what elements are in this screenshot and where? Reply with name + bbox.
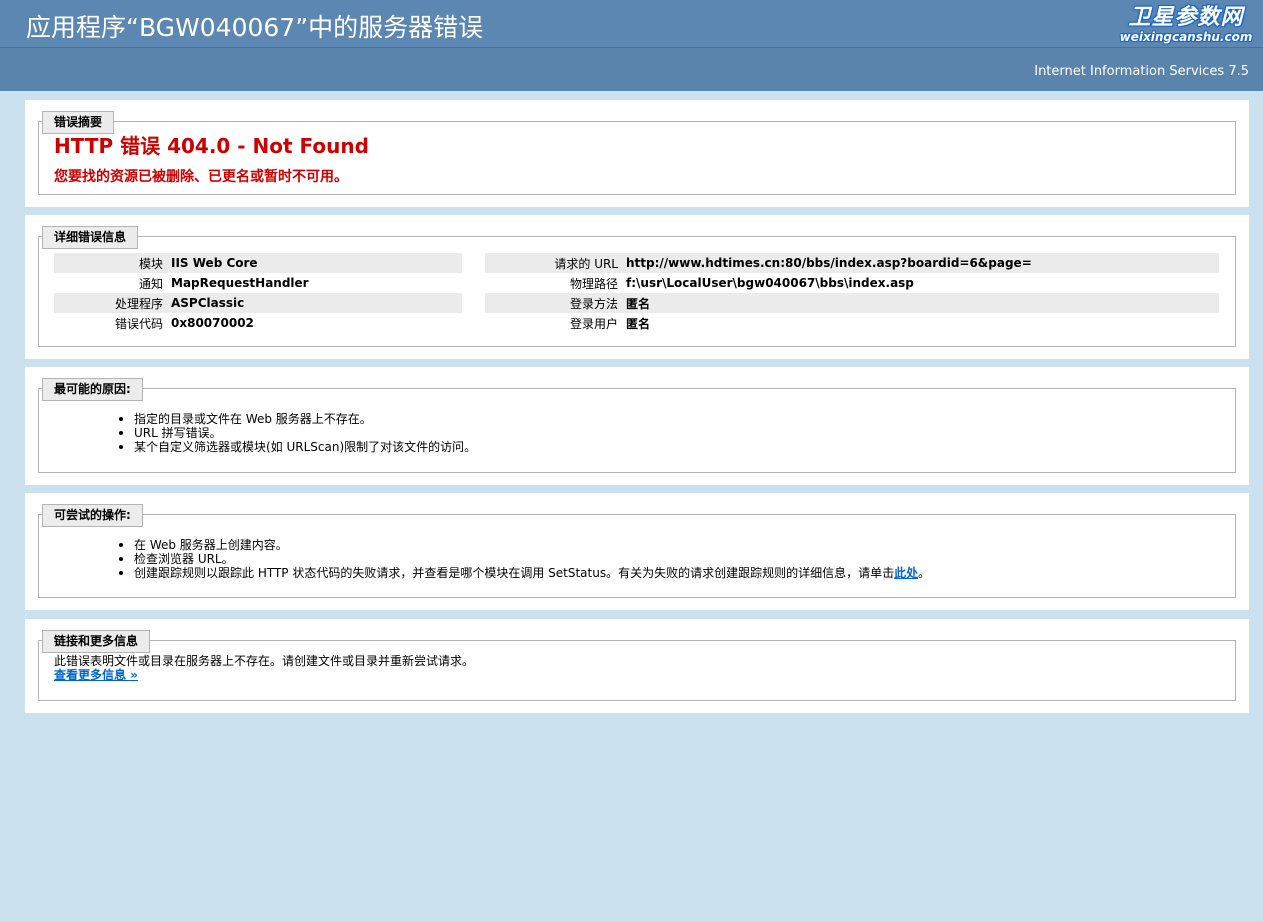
actions-panel: 可尝试的操作: 在 Web 服务器上创建内容。 检查浏览器 URL。 创建跟踪规…: [25, 493, 1249, 610]
detail-value: MapRequestHandler: [171, 276, 309, 290]
panel-legend: 链接和更多信息: [42, 630, 151, 653]
panel-legend: 错误摘要: [42, 111, 115, 134]
detail-key: 通知: [138, 276, 163, 291]
error-details-panel: 详细错误信息 模块 IIS Web Core 通知 MapRequestHand…: [25, 215, 1249, 359]
page-header: 应用程序“BGW040067”中的服务器错误 卫星参数网 weixingcans…: [0, 0, 1263, 48]
logo-text: 卫星参数网: [1128, 5, 1244, 30]
detail-key: 登录用户: [569, 316, 618, 331]
detail-value: 0x80070002: [171, 316, 254, 330]
detail-key: 错误代码: [114, 316, 163, 331]
site-logo: 卫星参数网 weixingcanshu.com: [1115, 5, 1257, 45]
table-row: 登录用户 匿名: [485, 313, 1219, 333]
detail-key: 处理程序: [54, 293, 167, 313]
table-row: 通知 MapRequestHandler: [54, 273, 462, 293]
detail-value: 匿名: [626, 316, 651, 331]
detail-key: 模块: [54, 253, 167, 273]
list-item: 某个自定义筛选器或模块(如 URLScan)限制了对该文件的访问。: [117, 440, 476, 454]
causes-list: 指定的目录或文件在 Web 服务器上不存在。 URL 拼写错误。 某个自定义筛选…: [117, 412, 476, 454]
action-text-end: 。: [918, 566, 931, 580]
server-banner: Internet Information Services 7.5: [0, 48, 1263, 91]
details-table-left: 模块 IIS Web Core 通知 MapRequestHandler 处理程…: [54, 253, 462, 333]
table-row: 登录方法 匿名: [485, 293, 1219, 313]
links-panel: 链接和更多信息 此错误表明文件或目录在服务器上不存在。请创建文件或目录并重新尝试…: [25, 619, 1249, 713]
list-item: 检查浏览器 URL。: [117, 552, 930, 566]
detail-value: http://www.hdtimes.cn:80/bbs/index.asp?b…: [622, 253, 1219, 273]
links-content: 此错误表明文件或目录在服务器上不存在。请创建文件或目录并重新尝试请求。 查看更多…: [54, 654, 1220, 682]
causes-panel: 最可能的原因: 指定的目录或文件在 Web 服务器上不存在。 URL 拼写错误。…: [25, 367, 1249, 485]
error-subtitle: 您要找的资源已被删除、已更名或暂时不可用。: [54, 169, 348, 185]
table-row: 错误代码 0x80070002: [54, 313, 462, 333]
detail-value: IIS Web Core: [167, 253, 462, 273]
table-row: 模块 IIS Web Core: [54, 253, 462, 273]
table-row: 物理路径 f:\usr\LocalUser\bgw040067\bbs\inde…: [485, 273, 1219, 293]
list-item: 指定的目录或文件在 Web 服务器上不存在。: [117, 412, 476, 426]
logo-domain: weixingcanshu.com: [1119, 30, 1253, 44]
detail-key: 登录方法: [485, 293, 622, 313]
panel-legend: 详细错误信息: [42, 226, 139, 249]
list-item: 在 Web 服务器上创建内容。: [117, 538, 930, 552]
details-table-right: 请求的 URL http://www.hdtimes.cn:80/bbs/ind…: [485, 253, 1219, 333]
actions-list: 在 Web 服务器上创建内容。 检查浏览器 URL。 创建跟踪规则以跟踪此 HT…: [117, 538, 930, 580]
action-text: 创建跟踪规则以跟踪此 HTTP 状态代码的失败请求，并查看是哪个模块在调用 Se…: [134, 566, 895, 580]
more-info-link[interactable]: 查看更多信息 »: [54, 668, 138, 682]
list-item: URL 拼写错误。: [117, 426, 476, 440]
server-name: Internet Information Services 7.5: [1034, 64, 1249, 79]
list-item: 创建跟踪规则以跟踪此 HTTP 状态代码的失败请求，并查看是哪个模块在调用 Se…: [117, 566, 930, 580]
panel-legend: 最可能的原因:: [42, 378, 143, 401]
detail-key: 物理路径: [569, 276, 618, 291]
error-summary-panel: 错误摘要 HTTP 错误 404.0 - Not Found 您要找的资源已被删…: [25, 100, 1249, 207]
detail-key: 请求的 URL: [485, 253, 622, 273]
error-title: HTTP 错误 404.0 - Not Found: [54, 134, 369, 158]
table-row: 处理程序 ASPClassic: [54, 293, 462, 313]
detail-value: f:\usr\LocalUser\bgw040067\bbs\index.asp: [626, 276, 914, 290]
trace-rule-help-link[interactable]: 此处: [894, 566, 918, 580]
links-description: 此错误表明文件或目录在服务器上不存在。请创建文件或目录并重新尝试请求。: [54, 654, 475, 668]
table-row: 请求的 URL http://www.hdtimes.cn:80/bbs/ind…: [485, 253, 1219, 273]
detail-value: ASPClassic: [167, 293, 462, 313]
summary-content: HTTP 错误 404.0 - Not Found 您要找的资源已被删除、已更名…: [54, 134, 1220, 186]
detail-value: 匿名: [622, 293, 1219, 313]
page-title: 应用程序“BGW040067”中的服务器错误: [26, 13, 484, 42]
panel-legend: 可尝试的操作:: [42, 504, 143, 527]
